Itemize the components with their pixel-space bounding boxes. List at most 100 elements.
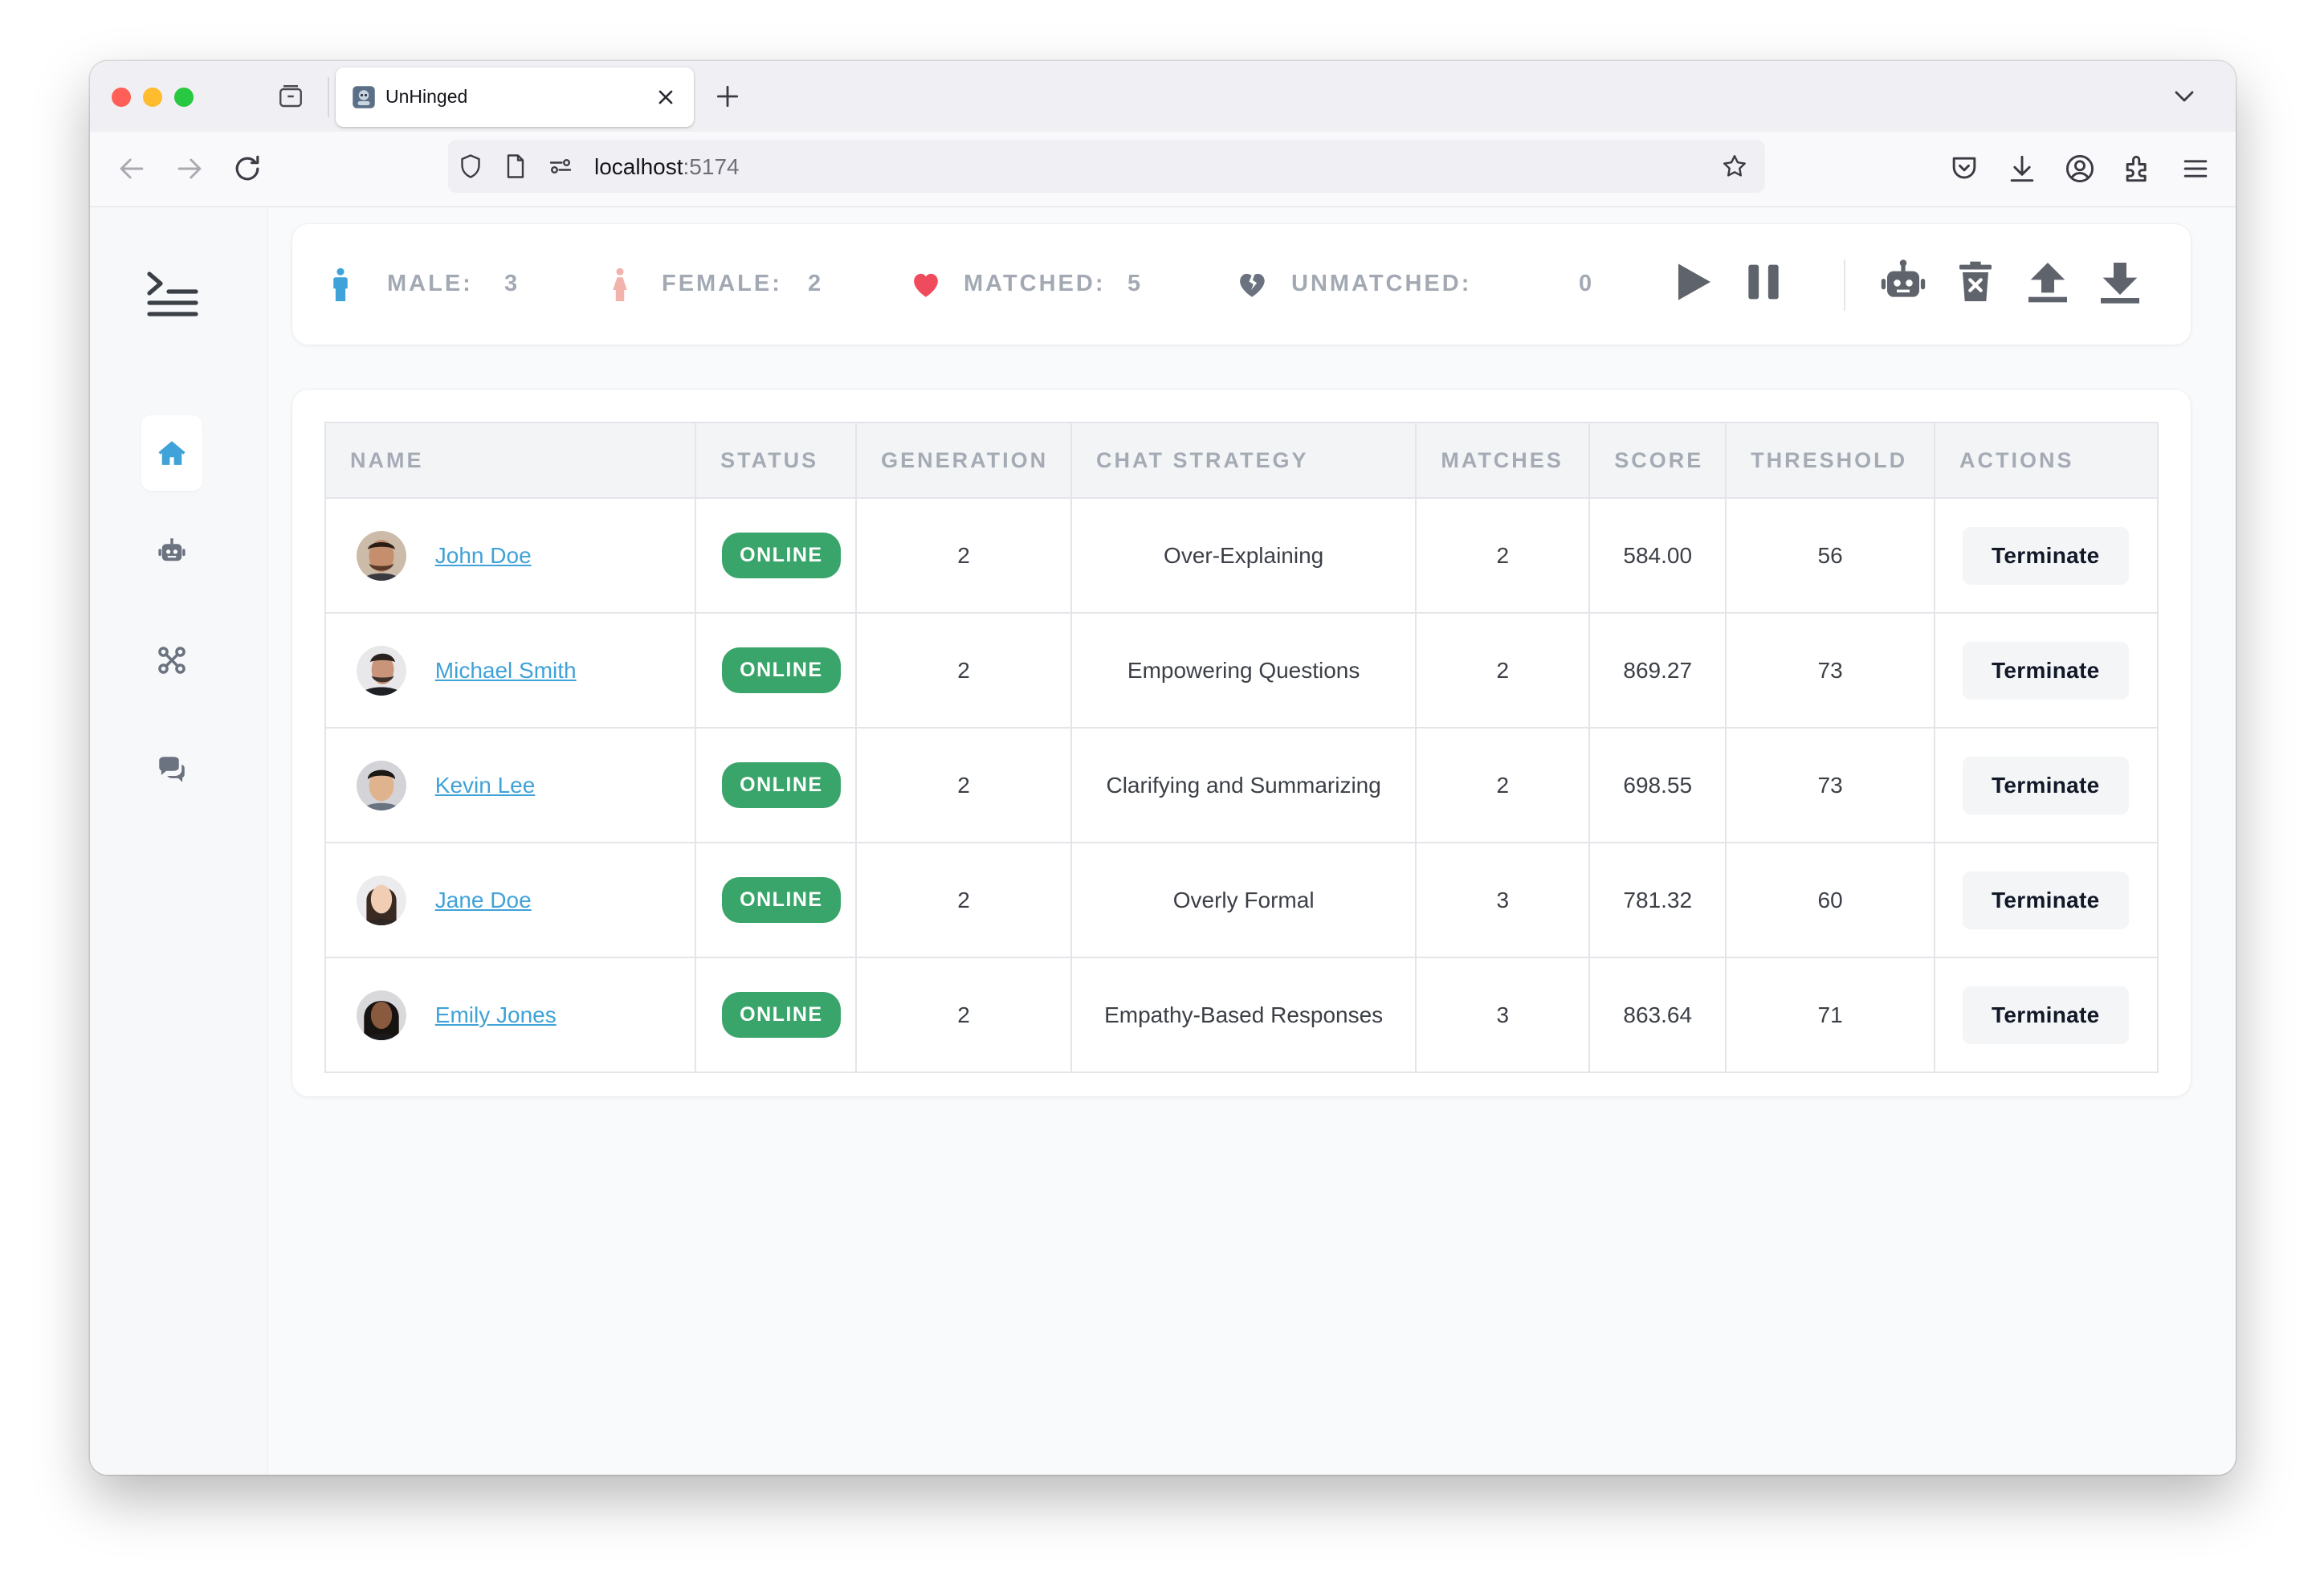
column-header-threshold: THRESHOLD [1725, 422, 1936, 499]
pocket-icon[interactable] [1947, 151, 1982, 186]
status-badge: ONLINE [722, 533, 841, 578]
threshold-cell: 56 [1725, 497, 1936, 614]
avatar [357, 530, 406, 581]
play-icon[interactable] [1666, 256, 1717, 308]
status-badge: ONLINE [722, 762, 841, 808]
close-tab-icon[interactable] [652, 84, 679, 111]
table-row: Kevin Lee ONLINE 2 Clarifying and Summar… [324, 727, 2159, 843]
status-cell: ONLINE [695, 957, 858, 1073]
chat-strategy-cell: Clarifying and Summarizing [1070, 727, 1417, 843]
chat-strategy-cell: Empowering Questions [1070, 612, 1417, 729]
bookmark-star-icon[interactable] [1720, 152, 1749, 181]
url-host: localhost [594, 154, 683, 179]
upload-icon[interactable] [2022, 256, 2073, 308]
status-badge: ONLINE [722, 992, 841, 1038]
matches-cell: 3 [1415, 842, 1591, 958]
pause-icon[interactable] [1738, 256, 1789, 308]
unmatched-label: UNMATCHED: [1291, 271, 1472, 296]
account-icon[interactable] [2062, 151, 2098, 186]
home-icon [158, 441, 186, 465]
tab-manager-icon[interactable] [276, 82, 305, 111]
app-favicon-icon [353, 86, 375, 108]
terminate-button[interactable]: Terminate [1963, 756, 2129, 814]
name-cell: Kevin Lee [324, 727, 697, 843]
terminate-button[interactable]: Terminate [1963, 986, 2129, 1044]
chat-icon[interactable] [155, 753, 189, 786]
female-count: 2 [808, 271, 822, 296]
chat-strategy-cell: Empathy-Based Responses [1070, 957, 1417, 1073]
terminate-button[interactable]: Terminate [1963, 526, 2129, 585]
sidebar-item-home[interactable] [141, 415, 202, 491]
threshold-cell: 73 [1725, 727, 1936, 843]
agent-name-link[interactable]: John Doe [435, 543, 532, 569]
actions-cell: Terminate [1934, 727, 2159, 843]
url-port: :5174 [683, 154, 740, 179]
terminate-button[interactable]: Terminate [1963, 641, 2129, 700]
column-header-name: NAME [324, 422, 697, 499]
network-icon[interactable] [155, 643, 189, 677]
matches-cell: 3 [1415, 957, 1591, 1073]
tab-separator [328, 77, 329, 117]
score-cell: 869.27 [1588, 612, 1727, 729]
shield-icon[interactable] [456, 152, 485, 181]
status-cell: ONLINE [695, 842, 858, 958]
menu-toggle-icon[interactable] [146, 269, 199, 317]
site-permissions-icon[interactable] [546, 152, 575, 181]
new-tab-icon[interactable] [711, 80, 744, 112]
male-label: MALE: [387, 271, 473, 296]
status-cell: ONLINE [695, 727, 858, 843]
actions-cell: Terminate [1934, 957, 2159, 1073]
broken-heart-icon [1240, 273, 1265, 297]
minimize-window-button[interactable] [143, 88, 162, 107]
avatar [357, 875, 406, 925]
matched-count: 5 [1127, 271, 1141, 296]
close-window-button[interactable] [112, 88, 131, 107]
unmatched-count: 0 [1579, 271, 1592, 296]
female-label: FEMALE: [662, 271, 782, 296]
agent-name-link[interactable]: Emily Jones [435, 1002, 557, 1028]
back-arrow-icon[interactable] [114, 151, 149, 186]
extensions-icon[interactable] [2120, 151, 2155, 186]
tab-bar: UnHinged [90, 61, 2236, 132]
robot-icon[interactable] [1878, 256, 1929, 308]
column-header-actions: ACTIONS [1934, 422, 2159, 499]
agents-table: NAME STATUS GENERATION CHAT STRATEGY MAT… [324, 422, 2159, 1073]
avatar [357, 760, 406, 810]
terminate-button[interactable]: Terminate [1963, 871, 2129, 929]
status-badge: ONLINE [722, 647, 841, 693]
url-bar[interactable]: localhost:5174 [448, 140, 1765, 193]
status-badge: ONLINE [722, 877, 841, 923]
agent-name-link[interactable]: Kevin Lee [435, 773, 536, 798]
hamburger-menu-icon[interactable] [2178, 151, 2213, 186]
score-cell: 863.64 [1588, 957, 1727, 1073]
agent-name-link[interactable]: Jane Doe [435, 888, 532, 913]
generation-cell: 2 [855, 727, 1072, 843]
trash-icon[interactable] [1950, 256, 2001, 308]
browser-window: UnHinged localhost:5174 MALE: 3 FEMALE: … [90, 61, 2236, 1475]
app-content: MALE: 3 FEMALE: 2 MATCHED: 5 UNMATCHED: … [90, 208, 2236, 1475]
column-header-score: SCORE [1588, 422, 1727, 499]
score-cell: 584.00 [1588, 497, 1727, 614]
male-icon [333, 267, 348, 301]
name-cell: Emily Jones [324, 957, 697, 1073]
downloads-icon[interactable] [2004, 151, 2040, 186]
matched-label: MATCHED: [964, 271, 1106, 296]
reload-icon[interactable] [230, 151, 265, 186]
generation-cell: 2 [855, 957, 1072, 1073]
robot-icon[interactable] [155, 534, 189, 568]
download-icon[interactable] [2094, 256, 2146, 308]
heart-icon [914, 273, 938, 297]
name-cell: John Doe [324, 497, 697, 614]
zoom-window-button[interactable] [174, 88, 194, 107]
threshold-cell: 60 [1725, 842, 1936, 958]
matches-cell: 2 [1415, 727, 1591, 843]
name-cell: Michael Smith [324, 612, 697, 729]
threshold-cell: 73 [1725, 612, 1936, 729]
column-header-matches: MATCHES [1415, 422, 1591, 499]
forward-arrow-icon[interactable] [172, 151, 207, 186]
url-text[interactable]: localhost:5174 [594, 154, 740, 180]
chevron-down-icon[interactable] [2168, 80, 2200, 112]
agent-name-link[interactable]: Michael Smith [435, 658, 577, 684]
browser-tab-active[interactable]: UnHinged [336, 67, 694, 127]
page-icon[interactable] [501, 152, 530, 181]
